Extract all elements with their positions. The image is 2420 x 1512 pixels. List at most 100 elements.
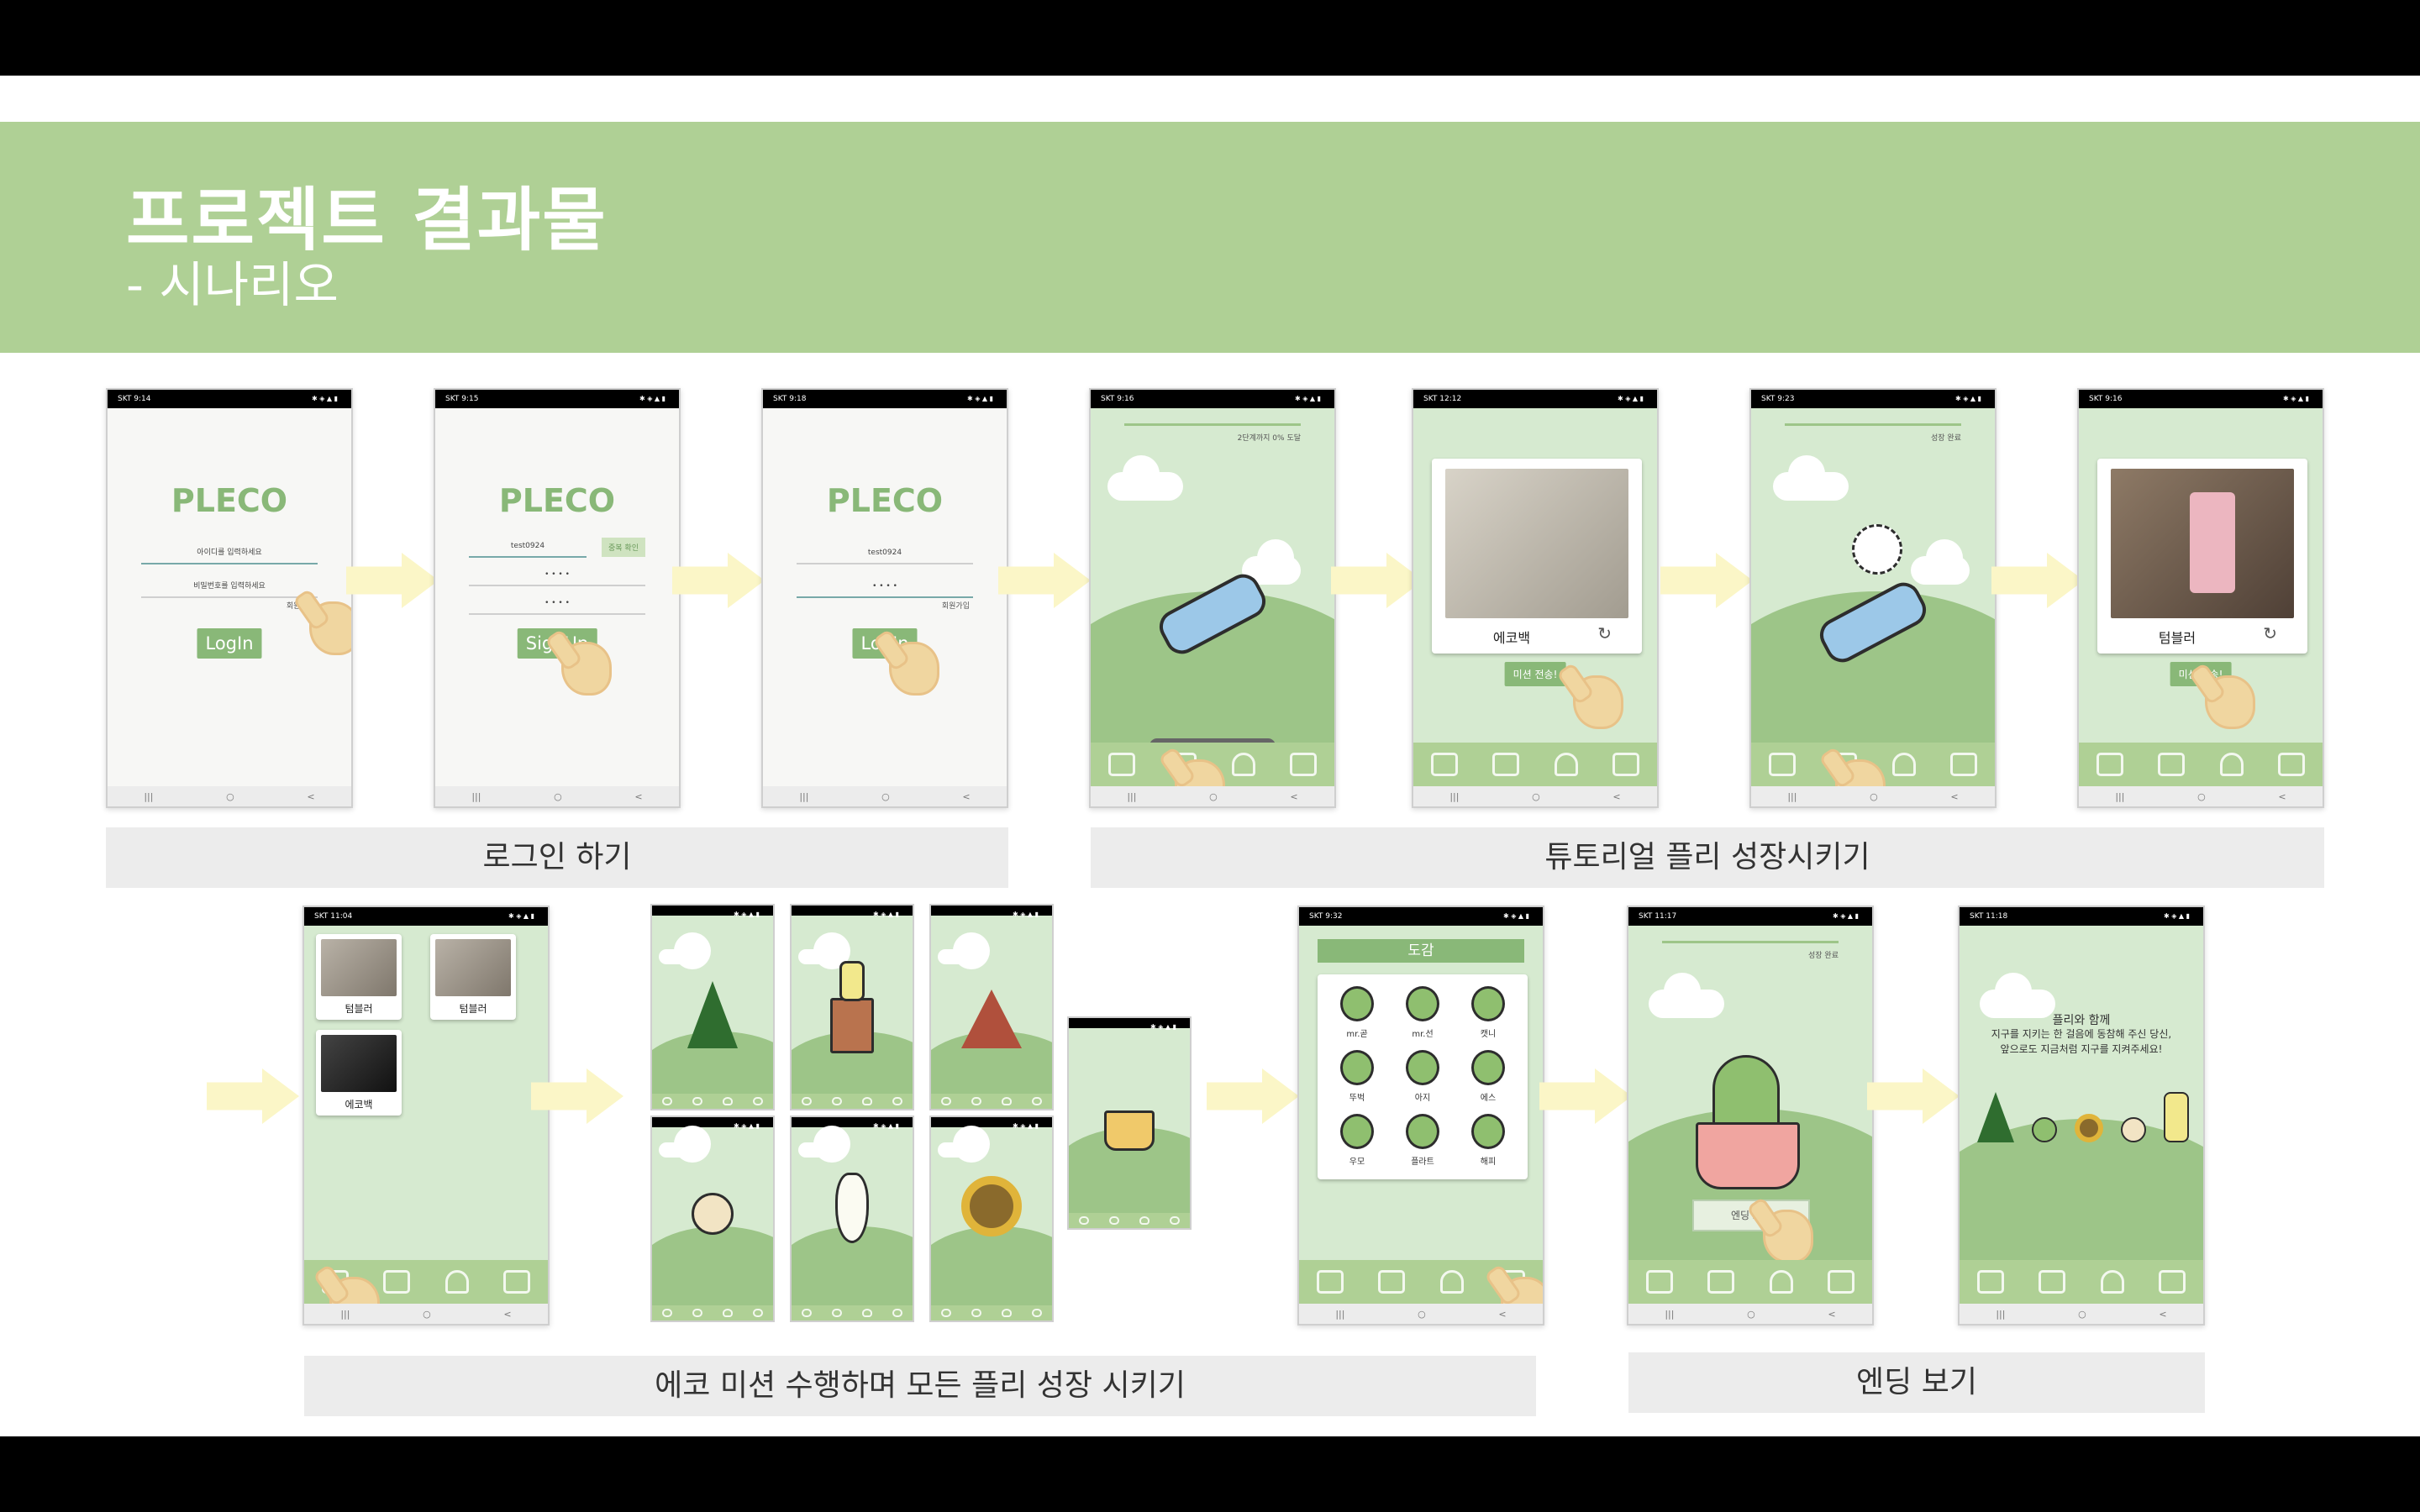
pli-screen-watermelon	[929, 904, 1054, 1110]
cloud-icon	[1107, 455, 1183, 501]
password-input[interactable]: 비밀번호를 입력하세요	[141, 575, 318, 598]
app-tab-bar[interactable]	[792, 1305, 913, 1320]
password-input[interactable]: • • • •	[797, 575, 973, 598]
sprout-icon[interactable]	[1554, 753, 1578, 776]
app-tab-bar[interactable]	[1069, 1213, 1190, 1228]
dex-entry[interactable]: 캣니	[1467, 986, 1509, 1047]
hand-pointer-icon	[1573, 675, 1623, 729]
gallery-icon[interactable]	[1316, 1270, 1344, 1294]
app-tab-bar[interactable]	[931, 1305, 1052, 1320]
gallery-item[interactable]: 텀블러	[430, 934, 516, 1020]
status-bar: SKT 11:04	[304, 907, 548, 926]
sprout-icon[interactable]	[1769, 1270, 1793, 1294]
login-button[interactable]: LogIn	[197, 628, 262, 659]
camera-icon[interactable]	[2039, 1270, 2066, 1294]
app-tab-bar[interactable]	[1628, 1260, 1872, 1304]
book-icon[interactable]	[1290, 753, 1318, 776]
refresh-icon[interactable]: ↻	[2263, 623, 2277, 643]
app-logo: PLECO	[171, 482, 288, 519]
gallery-icon[interactable]	[1976, 1270, 2004, 1294]
person-pli-icon	[692, 1193, 734, 1235]
gallery-icon[interactable]	[1645, 1270, 1673, 1294]
camera-icon[interactable]	[1492, 753, 1520, 776]
system-nav-bar: ||| ○ <	[763, 786, 1007, 806]
gallery-icon[interactable]	[1430, 753, 1458, 776]
app-tab-bar[interactable]	[1960, 1260, 2203, 1304]
cactus-pli-icon	[1712, 1055, 1780, 1131]
camera-icon[interactable]	[1378, 1270, 1406, 1294]
gallery-photo	[321, 1035, 397, 1092]
tutorial-start-screen: SKT 9:16 2단계까지 0% 도달 튜토리얼 플리를 성장시켜보세요! |…	[1089, 388, 1336, 808]
system-nav-bar: ||| ○ <	[1960, 1304, 2203, 1324]
camera-icon[interactable]	[2158, 753, 2186, 776]
status-bar: SKT 12:12	[1413, 390, 1657, 408]
app-tab-bar[interactable]	[2079, 743, 2323, 786]
status-bar	[1069, 1018, 1190, 1037]
caption-ending: 엔딩 보기	[1628, 1352, 2205, 1413]
pot-icon	[1696, 1122, 1800, 1189]
sprout-icon[interactable]	[2100, 1270, 2124, 1294]
hand-pointer-icon	[1763, 1210, 1813, 1263]
mission-send-button[interactable]: 미션 전송!	[1504, 662, 1566, 686]
gallery-icon[interactable]	[2096, 753, 2123, 776]
book-icon[interactable]	[1828, 1270, 1855, 1294]
duplicate-check-button[interactable]: 중복 확인	[602, 538, 645, 557]
status-bar: SKT 9:23	[1751, 390, 1995, 408]
dex-entry[interactable]: 우모	[1336, 1114, 1378, 1174]
status-bar: SKT 9:16	[2079, 390, 2323, 408]
signup-screen: SKT 9:15 PLECO test0924 중복 확인 • • • • • …	[434, 388, 681, 808]
app-tab-bar[interactable]	[652, 1094, 773, 1109]
cloud-icon	[1911, 539, 1970, 585]
slide-subtitle: - 시나리오	[126, 256, 339, 313]
book-icon[interactable]	[503, 1270, 531, 1294]
password-input[interactable]: • • • •	[469, 563, 645, 586]
dex-entry[interactable]: 아지	[1402, 1050, 1444, 1110]
book-icon[interactable]	[1950, 753, 1978, 776]
book-icon[interactable]	[2159, 1270, 2186, 1294]
camera-icon[interactable]	[383, 1270, 411, 1294]
dex-entry[interactable]: 플라트	[1402, 1114, 1444, 1174]
gallery-item[interactable]: 텀블러	[316, 934, 402, 1020]
app-logo: PLECO	[498, 482, 616, 519]
dex-panel: mr.곧 mr.선 캣니 뚜벅 아지 에스 우모 플라트 해피	[1318, 974, 1528, 1179]
id-input[interactable]: test0924	[469, 534, 587, 558]
id-input[interactable]: test0924	[797, 541, 973, 564]
all-plis-group	[1968, 1075, 2198, 1142]
dex-entry[interactable]: mr.곧	[1336, 986, 1378, 1047]
tutorial-grown-screen: SKT 9:23 성장 완료 |||○<	[1749, 388, 1996, 808]
cloud-icon	[1649, 973, 1724, 1018]
dex-entry[interactable]: 뚜벅	[1336, 1050, 1378, 1110]
dex-entry[interactable]: 에스	[1467, 1050, 1509, 1110]
cloud-icon	[659, 1126, 711, 1163]
hand-pointer-icon	[561, 642, 612, 696]
system-nav-bar: ||| ○ <	[1091, 786, 1334, 806]
caption-login: 로그인 하기	[106, 827, 1008, 888]
sprout-icon[interactable]	[445, 1270, 469, 1294]
app-tab-bar[interactable]	[931, 1094, 1052, 1109]
sprout-icon[interactable]	[2219, 753, 2244, 776]
gallery-item[interactable]: 에코백	[316, 1030, 402, 1116]
book-icon[interactable]	[1612, 753, 1640, 776]
book-icon[interactable]	[2278, 753, 2306, 776]
gallery-icon[interactable]	[1107, 753, 1135, 776]
password-confirm-input[interactable]: • • • •	[469, 591, 645, 615]
signup-link[interactable]: 회원가입	[942, 600, 970, 611]
sprout-icon[interactable]	[1891, 753, 1916, 776]
cloud-icon	[798, 932, 850, 969]
app-tab-bar[interactable]	[792, 1094, 913, 1109]
dandelion-pli-icon	[1852, 524, 1902, 575]
camera-icon[interactable]	[1707, 1270, 1735, 1294]
sprout-icon[interactable]	[1231, 753, 1255, 776]
dex-entry[interactable]: mr.선	[1402, 986, 1444, 1047]
sprout-icon[interactable]	[1439, 1270, 1464, 1294]
system-nav-bar: ||| ○ <	[1413, 786, 1657, 806]
refresh-icon[interactable]: ↻	[1597, 623, 1612, 643]
system-nav-bar: ||| ○ <	[108, 786, 351, 806]
app-tab-bar[interactable]	[1413, 743, 1657, 786]
dex-entry[interactable]: 해피	[1467, 1114, 1509, 1174]
app-tab-bar[interactable]	[652, 1305, 773, 1320]
gallery-icon[interactable]	[1768, 753, 1796, 776]
id-input[interactable]: 아이디를 입력하세요	[141, 541, 318, 564]
mission-ecobag-screen: SKT 12:12 에코백 ↻ 미션 전송! |||○<	[1412, 388, 1659, 808]
mission-tumbler-screen: SKT 9:16 텀블러 ↻ 미션 전송! |||○<	[2077, 388, 2324, 808]
